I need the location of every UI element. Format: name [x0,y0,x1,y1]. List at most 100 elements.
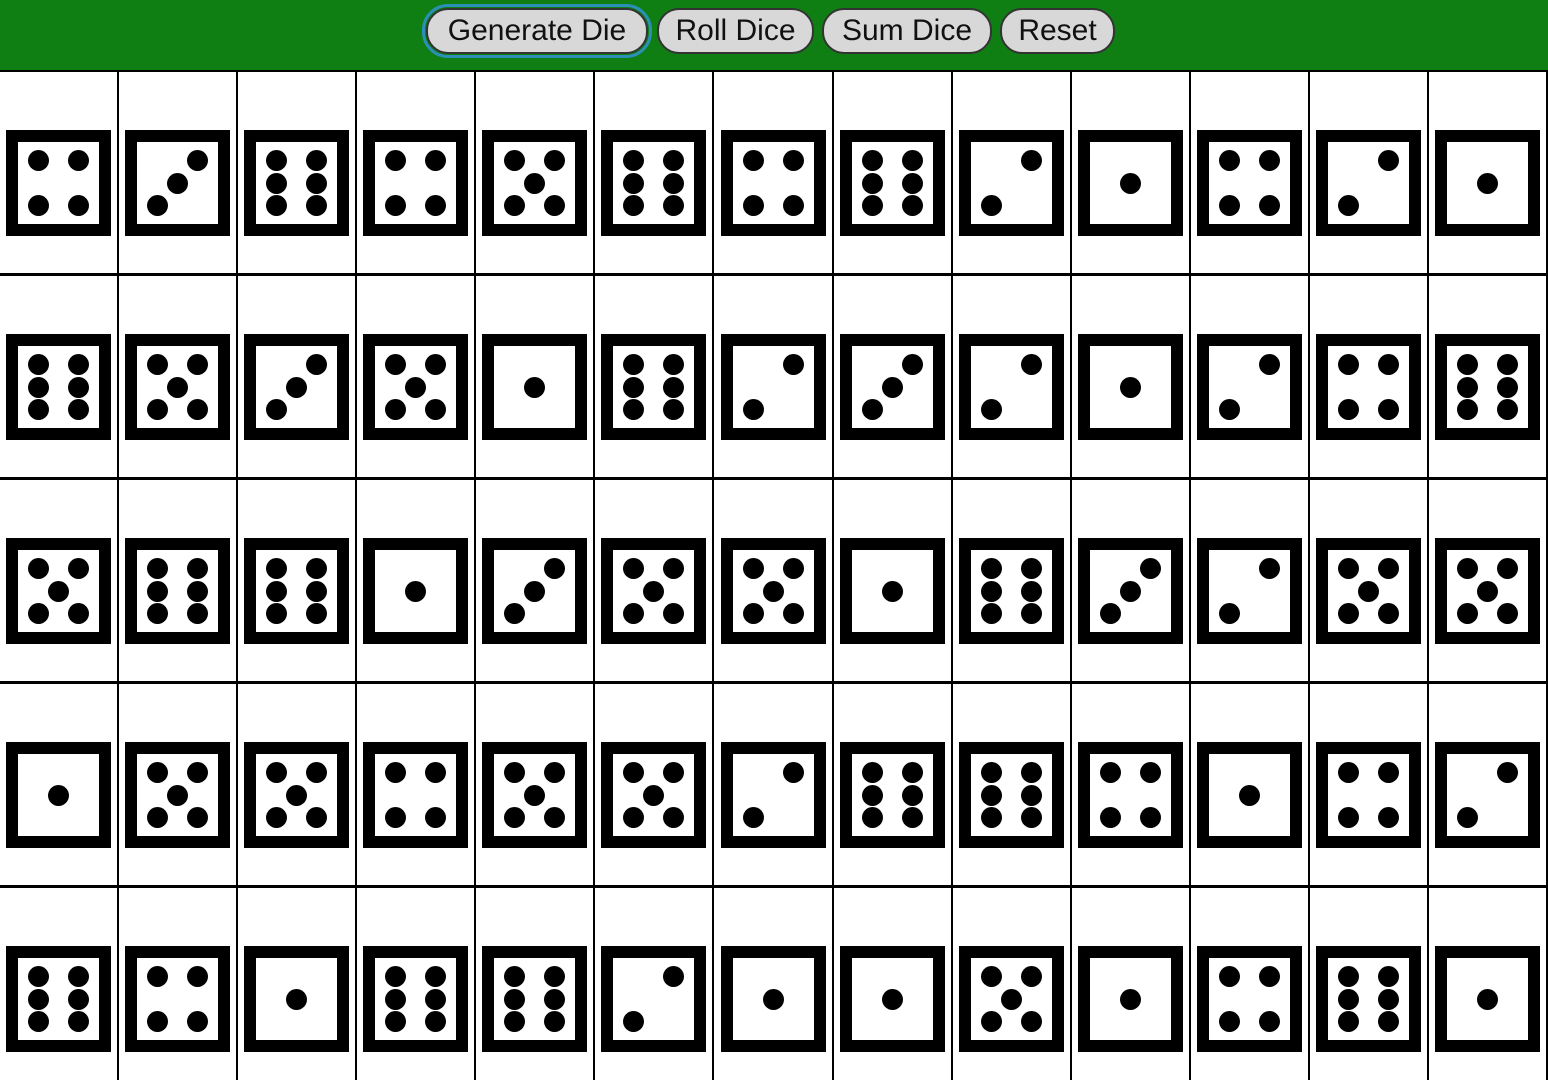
die-face-3[interactable] [482,538,587,644]
die-face-2[interactable] [721,742,826,848]
die-face-4[interactable] [1078,742,1183,848]
die-face-6[interactable] [840,130,945,236]
die-face-2[interactable] [1197,334,1302,440]
die-face-6[interactable] [244,538,349,644]
generate-die-button[interactable]: Generate Die [422,4,652,58]
die-pip [385,150,406,171]
die-face-6[interactable] [840,742,945,848]
die-face-5[interactable] [363,334,468,440]
die-pip [425,150,446,171]
die-face-5[interactable] [125,334,230,440]
die-face-4[interactable] [1197,130,1302,236]
die-pip [266,807,287,828]
die-pip [981,762,1002,783]
die-pip [1219,966,1240,987]
die-face-3[interactable] [125,130,230,236]
die-face-6[interactable] [1435,334,1540,440]
die-face-4[interactable] [363,742,468,848]
die-face-5[interactable] [6,538,111,644]
die-face-4[interactable] [1197,946,1302,1052]
die-pip [1378,150,1399,171]
die-pip [623,558,644,579]
die-face-4[interactable] [1316,334,1421,440]
die-pip [862,195,883,216]
die-face-6[interactable] [363,946,468,1052]
die-face-6[interactable] [244,130,349,236]
die-cell [238,72,357,276]
die-face-3[interactable] [1078,538,1183,644]
die-face-1[interactable] [840,946,945,1052]
die-face-4[interactable] [721,130,826,236]
die-face-1[interactable] [721,946,826,1052]
die-cell [834,276,953,480]
die-pip [1457,399,1478,420]
die-face-2[interactable] [959,130,1064,236]
die-face-1[interactable] [363,538,468,644]
die-pip [623,1011,644,1032]
die-face-1[interactable] [1078,334,1183,440]
die-face-1[interactable] [1078,130,1183,236]
die-face-5[interactable] [721,538,826,644]
die-face-2[interactable] [601,946,706,1052]
die-face-6[interactable] [6,334,111,440]
die-face-3[interactable] [244,334,349,440]
die-face-4[interactable] [363,130,468,236]
die-face-2[interactable] [1316,130,1421,236]
die-face-6[interactable] [959,742,1064,848]
die-face-1[interactable] [840,538,945,644]
die-face-2[interactable] [721,334,826,440]
roll-dice-button[interactable]: Roll Dice [657,8,814,54]
die-face-5[interactable] [244,742,349,848]
die-face-1[interactable] [1435,946,1540,1052]
die-face-5[interactable] [1435,538,1540,644]
die-face-6[interactable] [1316,946,1421,1052]
die-face-5[interactable] [482,742,587,848]
die-face-5[interactable] [601,538,706,644]
die-pip [1120,989,1141,1010]
die-pip [663,762,684,783]
die-face-4[interactable] [125,946,230,1052]
die-pip [663,966,684,987]
die-face-2[interactable] [1197,538,1302,644]
die-pip [187,1011,208,1032]
die-pip [1477,173,1498,194]
die-face-1[interactable] [482,334,587,440]
die-face-5[interactable] [1316,538,1421,644]
die-pip [1100,603,1121,624]
die-face-5[interactable] [125,742,230,848]
die-face-3[interactable] [840,334,945,440]
die-face-2[interactable] [1435,742,1540,848]
die-pip [524,377,545,398]
die-face-5[interactable] [482,130,587,236]
die-pip [544,1011,565,1032]
die-face-1[interactable] [6,742,111,848]
die-pip [147,762,168,783]
die-pip [743,399,764,420]
die-pip [187,354,208,375]
die-cell [476,72,595,276]
die-pip [385,399,406,420]
die-pip [28,354,49,375]
die-pip [862,785,883,806]
die-face-6[interactable] [601,130,706,236]
die-face-5[interactable] [959,946,1064,1052]
die-face-1[interactable] [244,946,349,1052]
die-face-1[interactable] [1078,946,1183,1052]
die-pip [266,581,287,602]
die-face-1[interactable] [1197,742,1302,848]
reset-button[interactable]: Reset [1000,8,1115,54]
die-face-1[interactable] [1435,130,1540,236]
die-face-4[interactable] [1316,742,1421,848]
die-face-4[interactable] [6,130,111,236]
die-face-2[interactable] [959,334,1064,440]
sum-dice-button[interactable]: Sum Dice [822,8,992,54]
die-cell [357,480,476,684]
die-face-6[interactable] [125,538,230,644]
die-pip [504,603,525,624]
die-pip [783,195,804,216]
die-face-6[interactable] [959,538,1064,644]
die-face-6[interactable] [601,334,706,440]
die-face-6[interactable] [482,946,587,1052]
die-face-6[interactable] [6,946,111,1052]
die-face-5[interactable] [601,742,706,848]
